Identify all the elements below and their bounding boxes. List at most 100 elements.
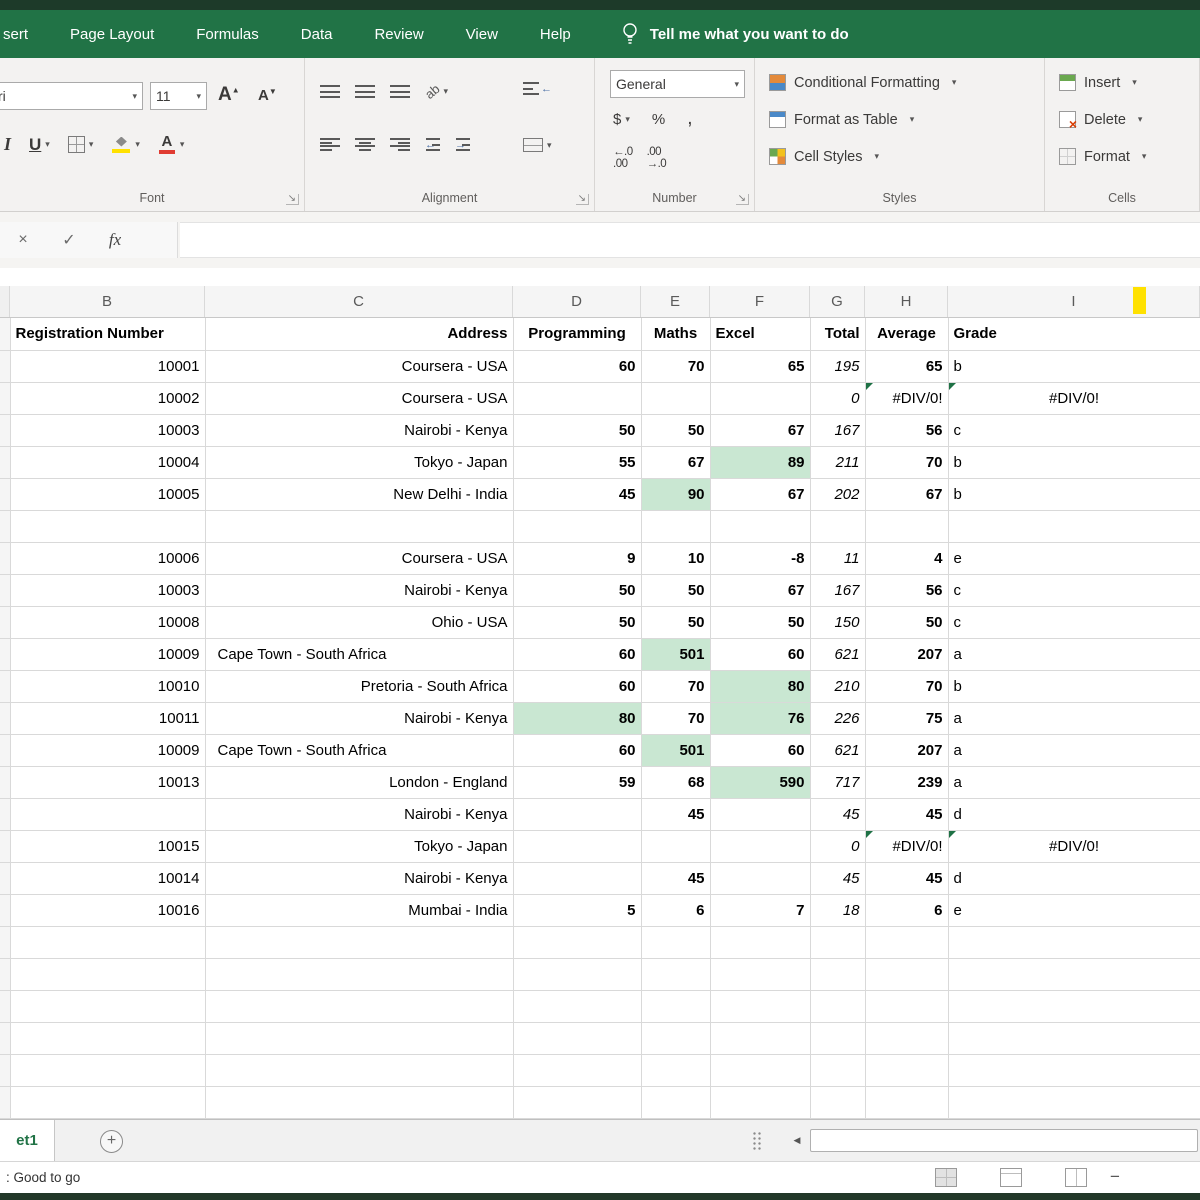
cell-avg[interactable]: 239 [865,766,949,799]
cell-f[interactable] [710,862,811,895]
format-as-table-button[interactable]: Format as Table ▾ [769,111,914,128]
decrease-decimal-button[interactable]: .00 →.0 [647,146,667,170]
cell-d[interactable]: 50 [513,606,642,639]
cell-total[interactable]: 0 [810,830,866,863]
cell-grade[interactable]: b [948,446,1200,479]
comma-format-button[interactable]: , [687,108,692,130]
column-header-C[interactable]: C [205,286,513,317]
cell-grade[interactable]: c [948,414,1200,447]
cell-empty[interactable] [948,926,1200,959]
alignment-dialog-launcher-icon[interactable]: ↘ [575,194,589,205]
column-header-B[interactable]: B [10,286,205,317]
cell-empty[interactable] [710,1086,811,1119]
cell-reg[interactable]: 10009 [10,638,206,671]
cell-d[interactable]: 5 [513,894,642,927]
cell-addr[interactable]: Nairobi - Kenya [205,574,514,607]
cell-f[interactable] [710,830,811,863]
cell-e[interactable]: 501 [641,734,711,767]
cell-empty[interactable] [641,1086,711,1119]
cell-addr[interactable]: Tokyo - Japan [205,446,514,479]
cell-addr[interactable]: Cape Town - South Africa [205,638,514,671]
conditional-formatting-button[interactable]: Conditional Formatting ▾ [769,74,956,91]
tab-scroll-splitter[interactable] [752,1130,762,1151]
cell-empty[interactable] [513,926,642,959]
cell-f[interactable]: 590 [710,766,811,799]
cell-empty[interactable] [710,1022,811,1055]
cell-reg[interactable] [10,798,206,831]
column-header-F[interactable]: F [710,286,810,317]
cell-addr[interactable]: Cape Town - South Africa [205,734,514,767]
cell-grade[interactable] [948,510,1200,543]
cell-total[interactable]: 210 [810,670,866,703]
cell-reg[interactable]: 10003 [10,574,206,607]
cell-d[interactable]: 60 [513,350,642,383]
cell-grade[interactable]: a [948,766,1200,799]
page-layout-view-icon[interactable] [1000,1167,1022,1187]
cell-addr[interactable]: Pretoria - South Africa [205,670,514,703]
cell-avg[interactable]: 65 [865,350,949,383]
cell-total[interactable]: 195 [810,350,866,383]
cell-empty[interactable] [948,1054,1200,1087]
column-header-D[interactable]: D [513,286,641,317]
cell-addr[interactable]: Ohio - USA [205,606,514,639]
cell-avg[interactable]: 67 [865,478,949,511]
cell-empty[interactable] [513,958,642,991]
cell-e[interactable]: 50 [641,606,711,639]
cell-empty[interactable] [810,990,866,1023]
font-dialog-launcher-icon[interactable]: ↘ [285,194,299,205]
cell-empty[interactable] [948,958,1200,991]
cell-f[interactable]: 60 [710,638,811,671]
header-cell-reg[interactable]: Registration Number [10,318,206,351]
italic-button[interactable]: I [0,134,11,155]
borders-button[interactable]: ▾ [67,136,93,153]
cell-d[interactable] [513,382,642,415]
cell-empty[interactable] [513,990,642,1023]
font-name-select[interactable]: ri ▾ [0,82,143,110]
cell-d[interactable]: 59 [513,766,642,799]
cell-empty[interactable] [205,1054,514,1087]
cell-f[interactable]: 7 [710,894,811,927]
cell-avg[interactable]: #DIV/0! [865,382,949,415]
header-cell-avg[interactable]: Average [865,318,949,351]
cell-reg[interactable]: 10003 [10,414,206,447]
cell-f[interactable] [710,510,811,543]
cell-empty[interactable] [10,1086,206,1119]
align-middle-button[interactable] [355,85,375,98]
cell-reg[interactable]: 10016 [10,894,206,927]
orientation-button[interactable]: ab ▾ [422,81,448,102]
cell-d[interactable] [513,510,642,543]
cell-total[interactable]: 18 [810,894,866,927]
cell-empty[interactable] [10,990,206,1023]
cell-addr[interactable]: Coursera - USA [205,350,514,383]
cell-reg[interactable]: 10015 [10,830,206,863]
cell-empty[interactable] [710,990,811,1023]
column-header-I[interactable]: I [948,286,1200,317]
cell-empty[interactable] [948,990,1200,1023]
cell-empty[interactable] [865,1054,949,1087]
cell-d[interactable]: 60 [513,734,642,767]
align-top-button[interactable] [320,85,340,98]
cell-grade[interactable]: #DIV/0! [948,382,1200,415]
cell-grade[interactable]: b [948,350,1200,383]
cell-e[interactable]: 90 [641,478,711,511]
cell-f[interactable]: 80 [710,670,811,703]
column-header-G[interactable]: G [810,286,865,317]
ribbon-tab-formulas[interactable]: Formulas [175,26,280,43]
align-center-button[interactable] [355,138,375,151]
cell-total[interactable]: 0 [810,382,866,415]
normal-view-icon[interactable] [935,1167,957,1187]
cell-reg[interactable]: 10005 [10,478,206,511]
cell-empty[interactable] [641,958,711,991]
cell-empty[interactable] [205,990,514,1023]
cell-empty[interactable] [10,958,206,991]
font-color-button[interactable]: A ▾ [158,134,184,154]
cell-d[interactable] [513,830,642,863]
cell-empty[interactable] [710,1054,811,1087]
cell-d[interactable]: 50 [513,414,642,447]
header-cell-excel[interactable]: Excel [710,318,811,351]
cell-e[interactable]: 50 [641,574,711,607]
cell-empty[interactable] [810,1054,866,1087]
font-size-select[interactable]: 11 ▾ [150,82,207,110]
cell-avg[interactable]: 45 [865,798,949,831]
cell-e[interactable]: 45 [641,862,711,895]
